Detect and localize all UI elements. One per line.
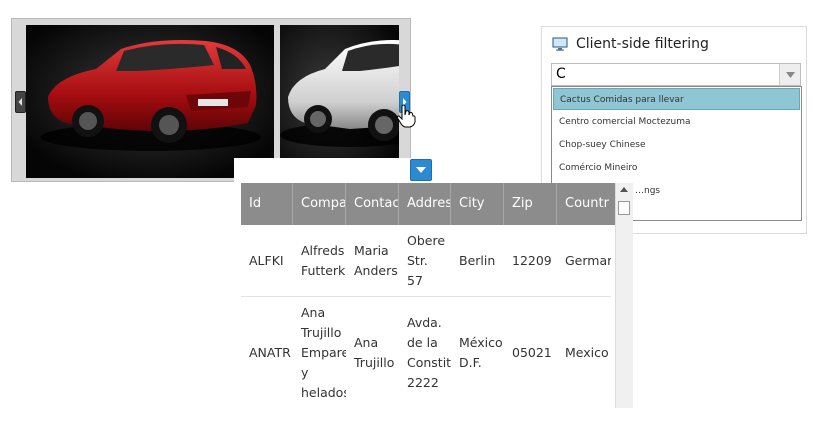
combobox-dropdown-button[interactable] — [779, 64, 800, 85]
cell-company: Ana Trujillo Empare y helados — [301, 304, 346, 400]
scrollbar-thumb[interactable] — [618, 201, 630, 215]
cell-address: Obere Str. 57 — [407, 232, 446, 288]
hand-pointer-icon — [396, 104, 416, 128]
carousel-prev-button[interactable] — [15, 91, 26, 113]
carousel-slide-white-car[interactable] — [280, 25, 399, 178]
cell-country: Mexico — [565, 344, 609, 360]
cell-contact: Maria Anders — [354, 242, 398, 278]
monitor-icon — [552, 37, 568, 51]
column-header-zip[interactable]: Zip — [504, 183, 557, 225]
cell-city: Berlin — [459, 252, 496, 268]
dropdown-toggle-button[interactable] — [410, 159, 432, 181]
column-header-address[interactable]: Addres — [399, 183, 451, 225]
cell-id: ALFKI — [249, 252, 284, 268]
column-header-id[interactable]: Id — [241, 183, 293, 225]
suggestion-item[interactable]: Centro comercial Moctezuma — [553, 111, 800, 133]
column-header-country[interactable]: Countr — [557, 183, 621, 225]
suggestion-item[interactable]: Chop-suey Chinese — [553, 134, 800, 156]
grid-header: Id Compa Contac Addres City Zip Countr — [241, 183, 621, 225]
column-header-contact[interactable]: Contac — [346, 183, 399, 225]
carousel-slide-red-car[interactable] — [26, 25, 274, 178]
filter-combobox[interactable]: C — [551, 63, 801, 86]
cell-company: Alfreds Futterkis — [301, 242, 346, 278]
cell-address: Avda. de la Constitu 2222 — [407, 314, 451, 390]
grid-vertical-scrollbar[interactable] — [615, 183, 633, 408]
column-header-company[interactable]: Compa — [293, 183, 346, 225]
chevron-left-icon — [18, 98, 22, 106]
suggestion-item[interactable]: Cactus Comidas para llevar — [553, 88, 800, 110]
chevron-down-icon — [785, 72, 795, 78]
cell-city: México D.F. — [459, 334, 503, 370]
white-car-image — [280, 25, 399, 178]
cell-zip: 12209 — [512, 252, 552, 268]
column-header-city[interactable]: City — [451, 183, 504, 225]
panel-title: Client-side filtering — [576, 36, 709, 52]
data-grid: Id Compa Contac Addres City Zip Countr A… — [241, 183, 632, 408]
panel-header: Client-side filtering — [552, 34, 709, 54]
table-row[interactable]: ALFKI Alfreds Futterkis Maria Anders Obe… — [241, 225, 611, 297]
red-car-image — [26, 25, 274, 178]
grid-toolbar — [234, 158, 432, 182]
filter-input[interactable]: C — [556, 64, 566, 85]
table-row[interactable]: ANATR Ana Trujillo Empare y helados Ana … — [241, 297, 611, 408]
cell-country: Germar — [565, 252, 611, 268]
cell-contact: Ana Trujillo — [354, 334, 395, 370]
cell-id: ANATR — [249, 344, 291, 360]
suggestion-item[interactable]: Comércio Mineiro — [553, 157, 800, 179]
chevron-down-icon — [416, 167, 426, 173]
chevron-up-icon[interactable] — [620, 187, 628, 192]
cell-zip: 05021 — [512, 344, 552, 360]
